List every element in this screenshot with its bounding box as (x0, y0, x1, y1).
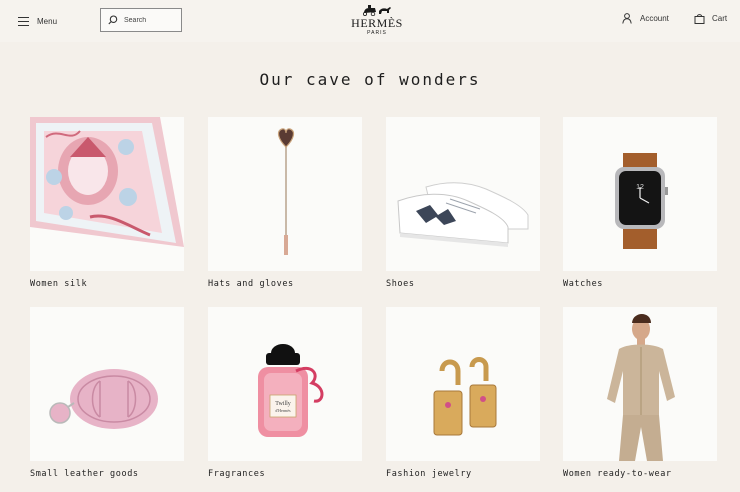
category-label: Fashion jewelry (386, 469, 472, 479)
search-input[interactable] (124, 16, 179, 24)
account-label: Account (640, 14, 669, 23)
category-card-watches[interactable]: 12 Watches (563, 117, 719, 297)
category-label: Hats and gloves (208, 279, 294, 289)
category-card-fashion-jewelry[interactable]: Fashion jewelry (386, 307, 542, 487)
hermes-logo[interactable]: HERMÈS PARIS (341, 4, 413, 38)
category-card-hats-gloves[interactable]: Hats and gloves (208, 117, 364, 297)
category-card-fragrances[interactable]: Twilly d'Hermès Fragrances (208, 307, 364, 487)
hats-gloves-image (208, 117, 362, 271)
category-label: Fragrances (208, 469, 266, 479)
hamburger-icon (18, 16, 29, 26)
search-icon (108, 15, 118, 25)
category-card-women-silk[interactable]: Women silk (30, 117, 186, 297)
account-button[interactable]: Account (622, 13, 669, 24)
carriage-logo-icon (361, 5, 391, 16)
shopping-bag-icon (694, 14, 705, 24)
women-ready-to-wear-image (563, 307, 717, 461)
cart-label: Cart (712, 14, 728, 23)
menu-button[interactable]: Menu (18, 13, 57, 29)
site-header: Menu HERMÈS PARIS Account Cart (0, 0, 740, 42)
category-label: Watches (563, 279, 604, 289)
category-label: Women silk (30, 279, 88, 289)
logo-wordmark: HERMÈS (351, 16, 403, 30)
category-label: Women ready-to-wear (563, 469, 672, 479)
svg-text:d'Hermès: d'Hermès (275, 408, 291, 413)
user-icon (622, 13, 632, 24)
search-box[interactable] (100, 8, 182, 32)
cart-button[interactable]: Cart (694, 13, 727, 24)
logo-city: PARIS (367, 30, 387, 36)
section-title: Our cave of wonders (259, 70, 481, 89)
watches-image: 12 (563, 117, 717, 271)
fragrances-image: Twilly d'Hermès (208, 307, 362, 461)
menu-label: Menu (37, 16, 58, 26)
category-card-small-leather-goods[interactable]: Small leather goods (30, 307, 186, 487)
fashion-jewelry-image (386, 307, 540, 461)
category-label: Small leather goods (30, 469, 139, 479)
category-label: Shoes (386, 279, 415, 289)
category-card-women-rtw[interactable]: Women ready-to-wear (563, 307, 719, 487)
svg-text:Twilly: Twilly (275, 401, 291, 407)
shoes-image (386, 117, 540, 271)
category-card-shoes[interactable]: Shoes (386, 117, 542, 297)
women-silk-image (30, 117, 184, 271)
small-leather-goods-image (30, 307, 184, 461)
